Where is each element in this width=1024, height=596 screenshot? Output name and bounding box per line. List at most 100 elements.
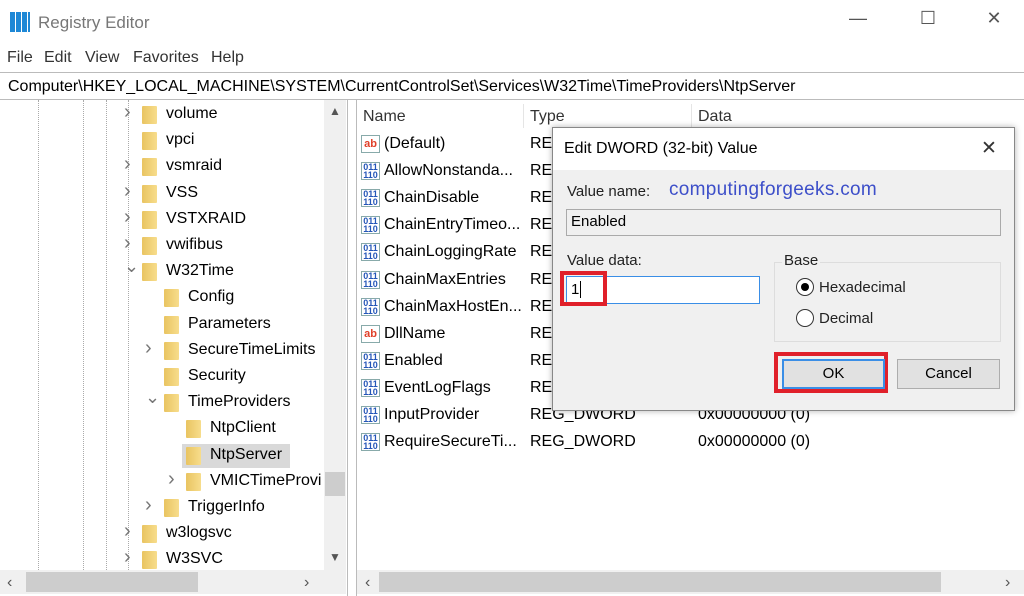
tree-item[interactable]: NtpClient xyxy=(0,417,320,441)
chevron-right-icon[interactable]: › xyxy=(124,153,131,176)
close-button[interactable]: ✕ xyxy=(974,8,1014,36)
binary-value-icon: 011110 xyxy=(361,406,380,424)
tree-item-label: W32Time xyxy=(166,262,234,280)
chevron-down-icon[interactable]: ⌄ xyxy=(145,387,160,408)
scroll-right-icon[interactable]: › xyxy=(304,574,309,592)
folder-icon xyxy=(142,185,157,203)
scroll-right-icon[interactable]: › xyxy=(1005,574,1010,592)
tree-item[interactable]: ›vwifibus xyxy=(0,234,320,258)
menu-view[interactable]: View xyxy=(85,49,119,67)
chevron-right-icon[interactable]: › xyxy=(124,180,131,203)
folder-icon xyxy=(186,447,201,465)
dialog-close-button[interactable]: ✕ xyxy=(981,137,997,160)
binary-value-icon: 011110 xyxy=(361,216,380,234)
value-name: ChainEntryTimeo... xyxy=(384,216,520,234)
tree-vertical-scrollbar[interactable]: ▲ ▼ xyxy=(324,100,346,570)
scroll-down-icon[interactable]: ▼ xyxy=(329,550,341,564)
tree-item[interactable]: ⌄W32Time xyxy=(0,260,320,284)
tree-item[interactable]: Config xyxy=(0,286,320,310)
binary-value-icon: 011110 xyxy=(361,352,380,370)
address-bar[interactable]: Computer\HKEY_LOCAL_MACHINE\SYSTEM\Curre… xyxy=(0,72,1024,100)
chevron-right-icon[interactable]: › xyxy=(168,468,175,491)
chevron-right-icon[interactable]: › xyxy=(124,206,131,229)
chevron-right-icon[interactable]: › xyxy=(124,101,131,124)
column-header-type[interactable]: Type xyxy=(530,108,565,126)
hexadecimal-radio[interactable] xyxy=(796,278,814,296)
base-group xyxy=(774,262,1001,342)
maximize-button[interactable]: ☐ xyxy=(908,8,948,36)
scroll-up-icon[interactable]: ▲ xyxy=(329,104,341,118)
binary-value-icon: 011110 xyxy=(361,298,380,316)
tree-item-label: VMICTimeProvi xyxy=(210,472,321,490)
value-data-highlight xyxy=(560,271,607,306)
folder-icon xyxy=(164,289,179,307)
tree-item[interactable]: ›TriggerInfo xyxy=(0,496,320,520)
tree-item[interactable]: ›SecureTimeLimits xyxy=(0,339,320,363)
value-name: DllName xyxy=(384,325,445,343)
tree-pane: ›volumevpci›vsmraid›VSS›VSTXRAID›vwifibu… xyxy=(0,100,348,596)
value-name: (Default) xyxy=(384,135,445,153)
scrollbar-thumb[interactable] xyxy=(325,472,345,496)
menu-file[interactable]: File xyxy=(7,49,33,67)
folder-icon xyxy=(186,420,201,438)
value-row[interactable]: 011110 RequireSecureTi... REG_DWORD 0x00… xyxy=(357,429,1017,455)
folder-icon xyxy=(142,106,157,124)
folder-icon xyxy=(164,499,179,517)
tree-item[interactable]: › VSS xyxy=(0,182,320,206)
tree-item-label: w3logsvc xyxy=(166,524,232,542)
tree-item[interactable]: › w3logsvc xyxy=(0,522,320,546)
registry-editor-icon xyxy=(10,12,30,32)
folder-icon xyxy=(142,551,157,569)
value-name-field[interactable]: Enabled xyxy=(566,209,1001,236)
column-header-data[interactable]: Data xyxy=(698,108,732,126)
ok-button[interactable]: OK xyxy=(782,359,885,389)
folder-icon xyxy=(164,368,179,386)
binary-value-icon: 011110 xyxy=(361,379,380,397)
value-name: RequireSecureTi... xyxy=(384,433,517,451)
tree-horizontal-scrollbar[interactable]: ‹ › xyxy=(0,570,346,594)
value-name: InputProvider xyxy=(384,406,479,424)
tree-item[interactable]: › VSTXRAID xyxy=(0,208,320,232)
menu-favorites[interactable]: Favorites xyxy=(133,49,199,67)
chevron-down-icon[interactable]: ⌄ xyxy=(124,256,139,277)
scrollbar-thumb[interactable] xyxy=(379,572,941,592)
chevron-right-icon[interactable]: › xyxy=(124,520,131,543)
scroll-left-icon[interactable]: ‹ xyxy=(365,574,370,592)
tree-item[interactable]: ⌄TimeProviders xyxy=(0,391,320,415)
hexadecimal-label[interactable]: Hexadecimal xyxy=(819,279,906,296)
scroll-left-icon[interactable]: ‹ xyxy=(7,574,12,592)
tree-item[interactable]: ›W3SVC xyxy=(0,548,320,572)
value-name: AllowNonstanda... xyxy=(384,162,513,180)
minimize-button[interactable]: — xyxy=(838,8,878,36)
tree-item[interactable]: NtpServer xyxy=(182,444,290,468)
value-name: ChainMaxEntries xyxy=(384,271,506,289)
scrollbar-thumb[interactable] xyxy=(26,572,198,592)
tree-item[interactable]: vpci xyxy=(0,129,320,153)
value-name: EventLogFlags xyxy=(384,379,491,397)
column-header-name[interactable]: Name xyxy=(363,108,406,126)
tree-item[interactable]: › VMICTimeProvi xyxy=(0,470,320,494)
decimal-radio[interactable] xyxy=(796,309,814,327)
chevron-right-icon[interactable]: › xyxy=(124,546,131,569)
tree-item[interactable]: Security xyxy=(0,365,320,389)
values-horizontal-scrollbar[interactable]: ‹ › xyxy=(357,570,1024,594)
tree-item[interactable]: ›vsmraid xyxy=(0,155,320,179)
dialog-title-bar: Edit DWORD (32-bit) Value ✕ xyxy=(553,128,1014,170)
chevron-right-icon[interactable]: › xyxy=(145,494,152,517)
tree-item-label: VSTXRAID xyxy=(166,210,246,228)
cancel-button[interactable]: Cancel xyxy=(897,359,1000,389)
folder-icon xyxy=(164,316,179,334)
tree-item[interactable]: Parameters xyxy=(0,313,320,337)
chevron-right-icon[interactable]: › xyxy=(124,232,131,255)
decimal-label[interactable]: Decimal xyxy=(819,310,873,327)
chevron-right-icon[interactable]: › xyxy=(145,337,152,360)
string-value-icon: ab xyxy=(361,325,380,343)
menu-help[interactable]: Help xyxy=(211,49,244,67)
folder-icon xyxy=(186,473,201,491)
menu-edit[interactable]: Edit xyxy=(44,49,72,67)
base-label: Base xyxy=(782,252,820,269)
tree-item[interactable]: ›volume xyxy=(0,103,320,127)
tree-item-label: VSS xyxy=(166,184,198,202)
folder-icon xyxy=(164,394,179,412)
dialog-title: Edit DWORD (32-bit) Value xyxy=(564,140,758,158)
